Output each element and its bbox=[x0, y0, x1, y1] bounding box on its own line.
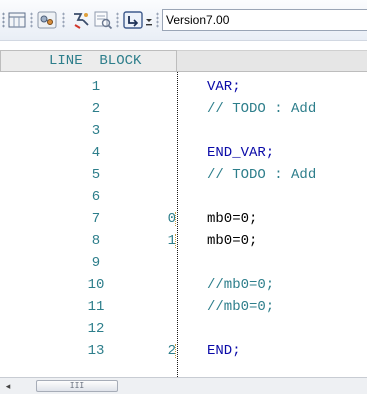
line-number: 10 bbox=[87, 277, 105, 293]
code-text[interactable]: // TODO : Add bbox=[207, 166, 316, 184]
block-marker bbox=[175, 344, 178, 358]
code-line[interactable]: 5 // TODO : Add bbox=[0, 166, 367, 184]
code-line[interactable]: 12 bbox=[0, 320, 367, 338]
line-number: 9 bbox=[91, 255, 101, 271]
code-line[interactable]: 9 bbox=[0, 254, 367, 272]
code-text[interactable]: END; bbox=[207, 342, 241, 360]
code-line[interactable]: 4 END_VAR; bbox=[0, 144, 367, 162]
code-header bbox=[177, 50, 367, 72]
code-line[interactable]: 13 2 END; bbox=[0, 342, 367, 360]
code-text[interactable]: //mb0=0; bbox=[207, 276, 274, 294]
line-number: 12 bbox=[87, 321, 105, 337]
version-value: Version7.00 bbox=[166, 13, 230, 27]
horizontal-scrollbar[interactable]: ◂ III bbox=[0, 377, 367, 394]
line-number: 13 bbox=[87, 343, 105, 359]
line-number: 1 bbox=[91, 79, 101, 95]
insert-block-icon[interactable] bbox=[122, 9, 144, 31]
toolbar-separator bbox=[116, 12, 119, 28]
code-line[interactable]: 11 //mb0=0; bbox=[0, 298, 367, 316]
code-text[interactable]: mb0=0; bbox=[207, 232, 257, 250]
code-line[interactable]: 10 //mb0=0; bbox=[0, 276, 367, 294]
code-line[interactable]: 6 bbox=[0, 188, 367, 206]
block-marker bbox=[175, 234, 178, 248]
line-number: 4 bbox=[91, 145, 101, 161]
code-line[interactable]: 2 // TODO : Add bbox=[0, 100, 367, 118]
code-line[interactable]: 7 0 mb0=0; bbox=[0, 210, 367, 228]
scroll-left-icon[interactable]: ◂ bbox=[2, 381, 14, 392]
column-header: LINE BLOCK bbox=[0, 50, 367, 72]
network-settings-icon[interactable] bbox=[36, 9, 58, 31]
line-number: 2 bbox=[91, 101, 101, 117]
dropdown-arrow-icon[interactable] bbox=[143, 9, 155, 31]
table-view-icon[interactable] bbox=[6, 9, 28, 31]
compile-icon[interactable] bbox=[70, 9, 92, 31]
line-number: 11 bbox=[87, 299, 105, 315]
line-number: 6 bbox=[91, 189, 101, 205]
code-editor[interactable]: LINE BLOCK 1 VAR; 2 // TODO : Add 3 4 END_VAR;… bbox=[0, 41, 367, 377]
block-marker bbox=[175, 212, 178, 226]
toolbar-separator bbox=[30, 12, 33, 28]
line-block-header[interactable]: LINE BLOCK bbox=[0, 50, 177, 72]
block-number: 2 bbox=[167, 343, 176, 359]
code-line[interactable]: 3 bbox=[0, 122, 367, 140]
check-code-icon[interactable] bbox=[92, 9, 114, 31]
line-number: 7 bbox=[91, 211, 101, 227]
toolbar-separator bbox=[62, 12, 65, 28]
scrollbar-thumb[interactable]: III bbox=[36, 380, 118, 392]
code-text[interactable]: VAR; bbox=[207, 78, 241, 96]
toolbar-separator bbox=[156, 12, 159, 28]
toolbar-grip[interactable] bbox=[2, 12, 5, 28]
line-number: 3 bbox=[91, 123, 101, 139]
version-combo[interactable]: Version7.00 bbox=[162, 9, 367, 31]
code-line[interactable]: 8 1 mb0=0; bbox=[0, 232, 367, 250]
code-line[interactable]: 1 VAR; bbox=[0, 78, 367, 96]
code-text[interactable]: //mb0=0; bbox=[207, 298, 274, 316]
block-number: 0 bbox=[167, 211, 176, 227]
thumb-grip-icon: III bbox=[69, 381, 85, 390]
code-text[interactable]: mb0=0; bbox=[207, 210, 257, 228]
code-text[interactable]: // TODO : Add bbox=[207, 100, 316, 118]
line-number: 8 bbox=[91, 233, 101, 249]
code-text[interactable]: END_VAR; bbox=[207, 144, 274, 162]
block-number: 1 bbox=[167, 233, 176, 249]
toolbar: Version7.00 bbox=[0, 0, 367, 41]
line-number: 5 bbox=[91, 167, 101, 183]
